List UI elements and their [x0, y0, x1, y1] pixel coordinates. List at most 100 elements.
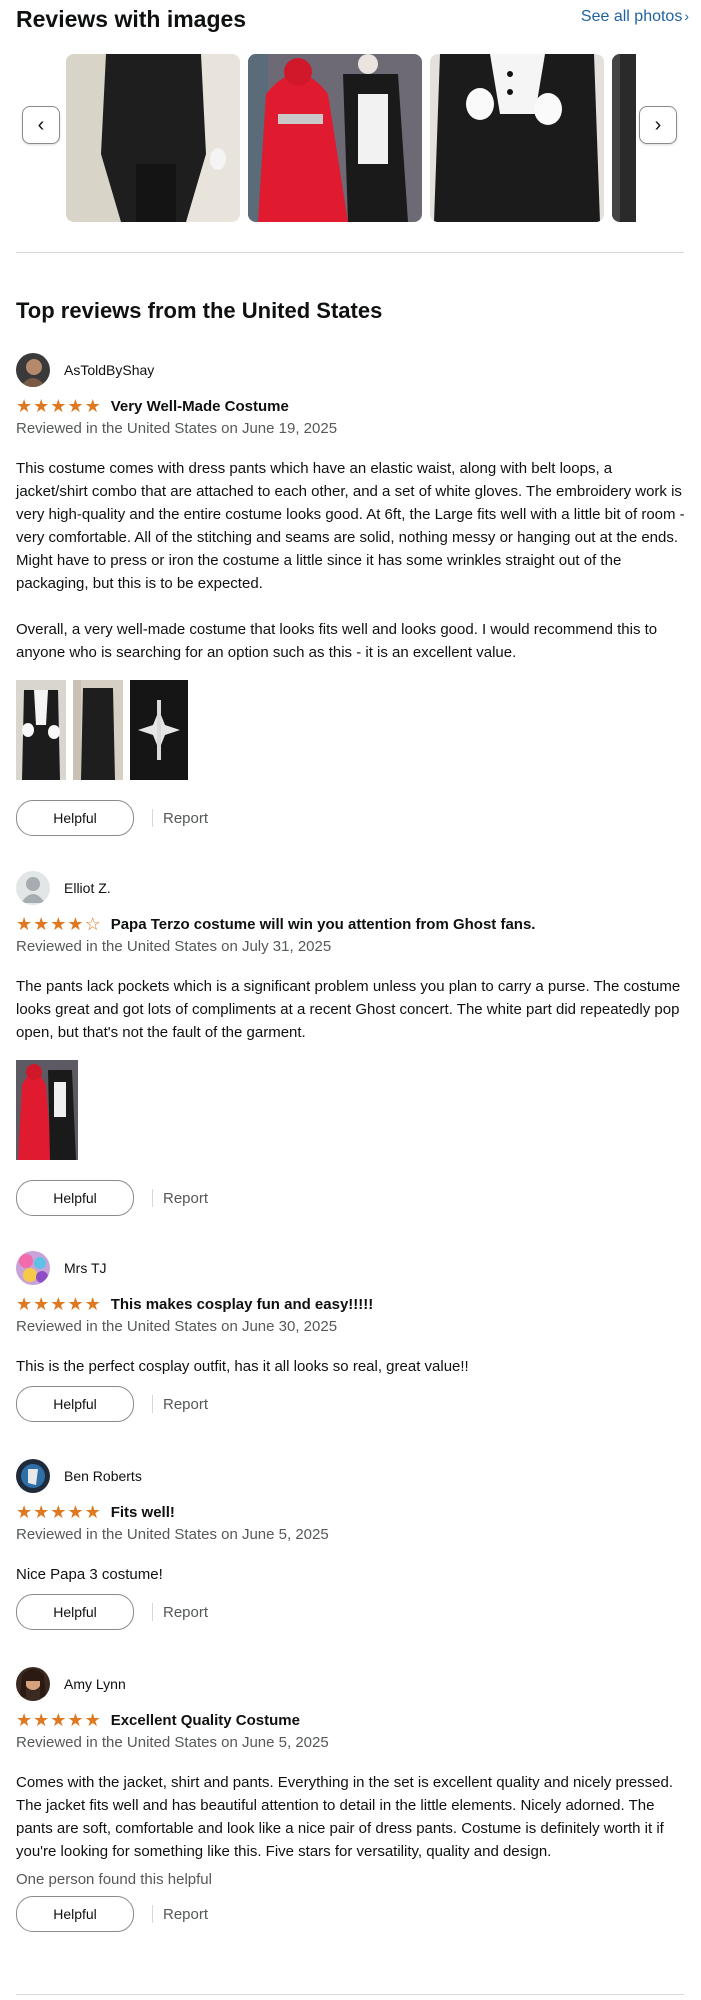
reviewer-profile[interactable]: AsToldByShay — [16, 352, 686, 388]
carousel-image-2[interactable] — [248, 54, 422, 222]
review-body: The pants lack pockets which is a signif… — [16, 978, 685, 1041]
review-card: Amy Lynn ★ ★ ★ ★ ★ Excellent Quality Costume… — [16, 1666, 686, 1932]
review-body-2: Overall, a very well-made costume that l… — [16, 621, 662, 661]
carousel-image-4-partial[interactable] — [612, 54, 636, 222]
review-image[interactable] — [16, 680, 66, 780]
rating-stars: ★ ★ ★ ★ ★ — [16, 1711, 101, 1729]
star-filled-icon: ★ — [67, 396, 84, 416]
avatar — [16, 871, 50, 905]
star-filled-icon: ★ — [33, 1294, 50, 1314]
report-link[interactable]: Report — [163, 1604, 208, 1621]
see-all-label: See all photos — [580, 8, 683, 25]
review-title[interactable]: This makes cosplay fun and easy!!!!! — [111, 1296, 374, 1313]
review-images-carousel: ‹ › — [0, 50, 701, 230]
review-image[interactable] — [16, 1060, 78, 1160]
reviewer-name: Mrs TJ — [64, 1260, 107, 1276]
review-card: Elliot Z. ★ ★ ★ ★ ☆ Papa Terzo costume will … — [16, 870, 686, 1216]
review-date: Reviewed in the United States on June 30… — [16, 1318, 338, 1335]
review-title[interactable]: Very Well-Made Costume — [111, 398, 289, 415]
rating-stars: ★ ★ ★ ★ ☆ — [16, 915, 101, 933]
rating-stars: ★ ★ ★ ★ ★ — [16, 1295, 101, 1313]
star-filled-icon: ★ — [50, 396, 67, 416]
reviewer-profile[interactable]: Ben Roberts — [16, 1458, 686, 1494]
review-images — [16, 680, 686, 780]
review-title[interactable]: Excellent Quality Costume — [111, 1712, 300, 1729]
carousel-next-button[interactable]: › — [639, 106, 677, 144]
star-filled-icon: ★ — [67, 1710, 84, 1730]
star-filled-icon: ★ — [67, 1294, 84, 1314]
carousel-image-3[interactable] — [430, 54, 604, 222]
see-all-photos-link[interactable]: See all photos › — [581, 8, 689, 26]
star-filled-icon: ★ — [33, 1502, 50, 1522]
reviewer-profile[interactable]: Mrs TJ — [16, 1250, 686, 1286]
star-filled-icon: ★ — [16, 396, 33, 416]
review-date: Reviewed in the United States on June 19… — [16, 420, 338, 437]
divider — [152, 1395, 153, 1413]
reviewer-name: Ben Roberts — [64, 1468, 142, 1484]
review-body: This is the perfect cosplay outfit, has … — [16, 1358, 469, 1375]
reviewer-name: Elliot Z. — [64, 880, 111, 896]
star-filled-icon: ★ — [67, 1502, 84, 1522]
helpful-count: One person found this helpful — [16, 1871, 212, 1888]
rating-stars: ★ ★ ★ ★ ★ — [16, 1503, 101, 1521]
report-link[interactable]: Report — [163, 810, 208, 827]
star-filled-icon: ★ — [84, 1502, 101, 1522]
review-body: Nice Papa 3 costume! — [16, 1566, 163, 1583]
reviewer-profile[interactable]: Amy Lynn — [16, 1666, 686, 1702]
star-filled-icon: ★ — [50, 1710, 67, 1730]
star-filled-icon: ★ — [50, 914, 67, 934]
star-filled-icon: ★ — [33, 1710, 50, 1730]
top-reviews-heading: Top reviews from the United States — [16, 298, 383, 323]
avatar — [16, 1251, 50, 1285]
star-filled-icon: ★ — [84, 1710, 101, 1730]
bottom-divider — [16, 1994, 684, 1995]
review-date: Reviewed in the United States on June 5,… — [16, 1526, 329, 1543]
divider — [152, 1189, 153, 1207]
review-title[interactable]: Fits well! — [111, 1504, 175, 1521]
star-filled-icon: ★ — [16, 1502, 33, 1522]
avatar — [16, 1459, 50, 1493]
section-divider — [16, 252, 684, 253]
review-body: This costume comes with dress pants whic… — [16, 460, 689, 592]
review-date: Reviewed in the United States on June 5,… — [16, 1734, 329, 1751]
report-link[interactable]: Report — [163, 1396, 208, 1413]
review-card: Ben Roberts ★ ★ ★ ★ ★ Fits well! Reviewed in… — [16, 1458, 686, 1630]
star-filled-icon: ★ — [33, 914, 50, 934]
chevron-right-icon: › — [654, 113, 662, 136]
star-filled-icon: ★ — [84, 396, 101, 416]
chevron-left-icon: ‹ — [37, 113, 45, 136]
helpful-button[interactable]: Helpful — [16, 1896, 134, 1932]
review-card: Mrs TJ ★ ★ ★ ★ ★ This makes cosplay fun and … — [16, 1250, 686, 1422]
star-filled-icon: ★ — [50, 1294, 67, 1314]
star-empty-icon: ☆ — [84, 914, 101, 934]
review-card: AsToldByShay ★ ★ ★ ★ ★ Very Well-Made Costum… — [16, 352, 686, 836]
carousel-prev-button[interactable]: ‹ — [22, 106, 60, 144]
review-image[interactable] — [73, 680, 123, 780]
review-image[interactable] — [130, 680, 188, 780]
rating-stars: ★ ★ ★ ★ ★ — [16, 397, 101, 415]
review-images — [16, 1060, 686, 1160]
reviewer-profile[interactable]: Elliot Z. — [16, 870, 686, 906]
review-date: Reviewed in the United States on July 31… — [16, 938, 332, 955]
star-filled-icon: ★ — [33, 396, 50, 416]
reviews-with-images-heading: Reviews with images — [16, 6, 247, 32]
reviewer-name: AsToldByShay — [64, 362, 155, 378]
helpful-button[interactable]: Helpful — [16, 1594, 134, 1630]
carousel-image-1[interactable] — [66, 54, 240, 222]
report-link[interactable]: Report — [163, 1190, 208, 1207]
star-filled-icon: ★ — [84, 1294, 101, 1314]
star-filled-icon: ★ — [67, 914, 84, 934]
chevron-right-icon: › — [684, 8, 689, 24]
helpful-button[interactable]: Helpful — [16, 1180, 134, 1216]
report-link[interactable]: Report — [163, 1906, 208, 1923]
star-filled-icon: ★ — [16, 1294, 33, 1314]
reviewer-name: Amy Lynn — [64, 1676, 126, 1692]
helpful-button[interactable]: Helpful — [16, 1386, 134, 1422]
avatar — [16, 353, 50, 387]
review-title[interactable]: Papa Terzo costume will win you attentio… — [111, 916, 536, 933]
helpful-button[interactable]: Helpful — [16, 800, 134, 836]
star-filled-icon: ★ — [16, 1710, 33, 1730]
star-filled-icon: ★ — [50, 1502, 67, 1522]
divider — [152, 1603, 153, 1621]
review-body: Comes with the jacket, shirt and pants. … — [16, 1774, 677, 1860]
